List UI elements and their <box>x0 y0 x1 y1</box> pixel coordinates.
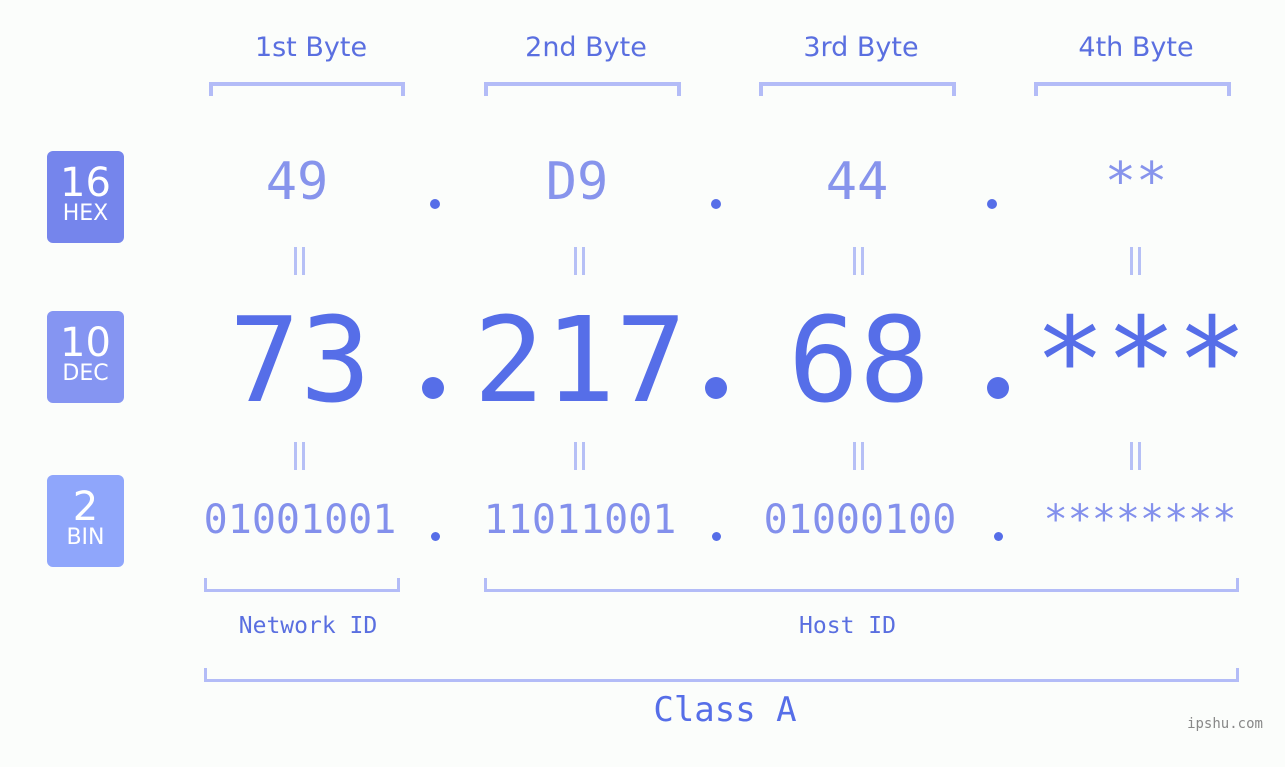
dec-separator-dot-2 <box>705 377 727 399</box>
equals-icon <box>292 247 308 275</box>
hex-value-2: D9 <box>545 152 609 212</box>
byte-header-2: 2nd Byte <box>525 32 647 63</box>
hex-value-4: ** <box>1104 152 1168 212</box>
bin-separator-dot-1 <box>431 532 440 541</box>
bin-base-label: BIN <box>66 525 105 550</box>
equals-icon <box>851 442 867 470</box>
hex-base-label: HEX <box>62 201 109 226</box>
bin-badge: 2 BIN <box>47 475 124 567</box>
host-id-label: Host ID <box>799 613 896 639</box>
bin-value-4: ******** <box>1043 497 1237 543</box>
bin-separator-dot-2 <box>712 532 721 541</box>
dec-base-number: 10 <box>60 320 111 366</box>
byte-header-4: 4th Byte <box>1078 32 1194 63</box>
bin-value-1: 01001001 <box>203 497 397 543</box>
dec-value-3: 68 <box>787 291 931 429</box>
class-bracket <box>204 668 1239 682</box>
equals-icon <box>572 442 588 470</box>
hex-separator-dot-1 <box>430 199 440 209</box>
equals-icon <box>572 247 588 275</box>
hex-base-number: 16 <box>60 160 111 206</box>
byte-bracket-3 <box>759 82 956 96</box>
byte-bracket-2 <box>484 82 681 96</box>
equals-icon <box>292 442 308 470</box>
dec-value-1: 73 <box>228 291 372 429</box>
dec-value-2: 217 <box>473 291 687 429</box>
dec-value-4: *** <box>1034 291 1248 429</box>
bin-separator-dot-3 <box>994 532 1003 541</box>
hex-separator-dot-2 <box>711 199 721 209</box>
network-id-bracket <box>204 578 400 592</box>
byte-header-3: 3rd Byte <box>803 32 919 63</box>
byte-bracket-4 <box>1034 82 1231 96</box>
dec-base-label: DEC <box>62 361 109 386</box>
dec-separator-dot-3 <box>987 377 1009 399</box>
bin-value-2: 11011001 <box>483 497 677 543</box>
watermark: ipshu.com <box>1187 716 1263 732</box>
equals-icon <box>851 247 867 275</box>
hex-value-3: 44 <box>825 152 889 212</box>
byte-header-1: 1st Byte <box>254 32 368 63</box>
bin-base-number: 2 <box>72 484 99 530</box>
network-id-label: Network ID <box>238 613 378 639</box>
hex-value-1: 49 <box>265 152 329 212</box>
equals-icon <box>1128 247 1144 275</box>
equals-icon <box>1128 442 1144 470</box>
dec-badge: 10 DEC <box>47 311 124 403</box>
byte-bracket-1 <box>209 82 405 96</box>
bin-value-3: 01000100 <box>763 497 957 543</box>
hex-badge: 16 HEX <box>47 151 124 243</box>
hex-separator-dot-3 <box>987 199 997 209</box>
dec-separator-dot-1 <box>422 377 444 399</box>
host-id-bracket <box>484 578 1239 592</box>
class-label: Class A <box>653 690 797 730</box>
